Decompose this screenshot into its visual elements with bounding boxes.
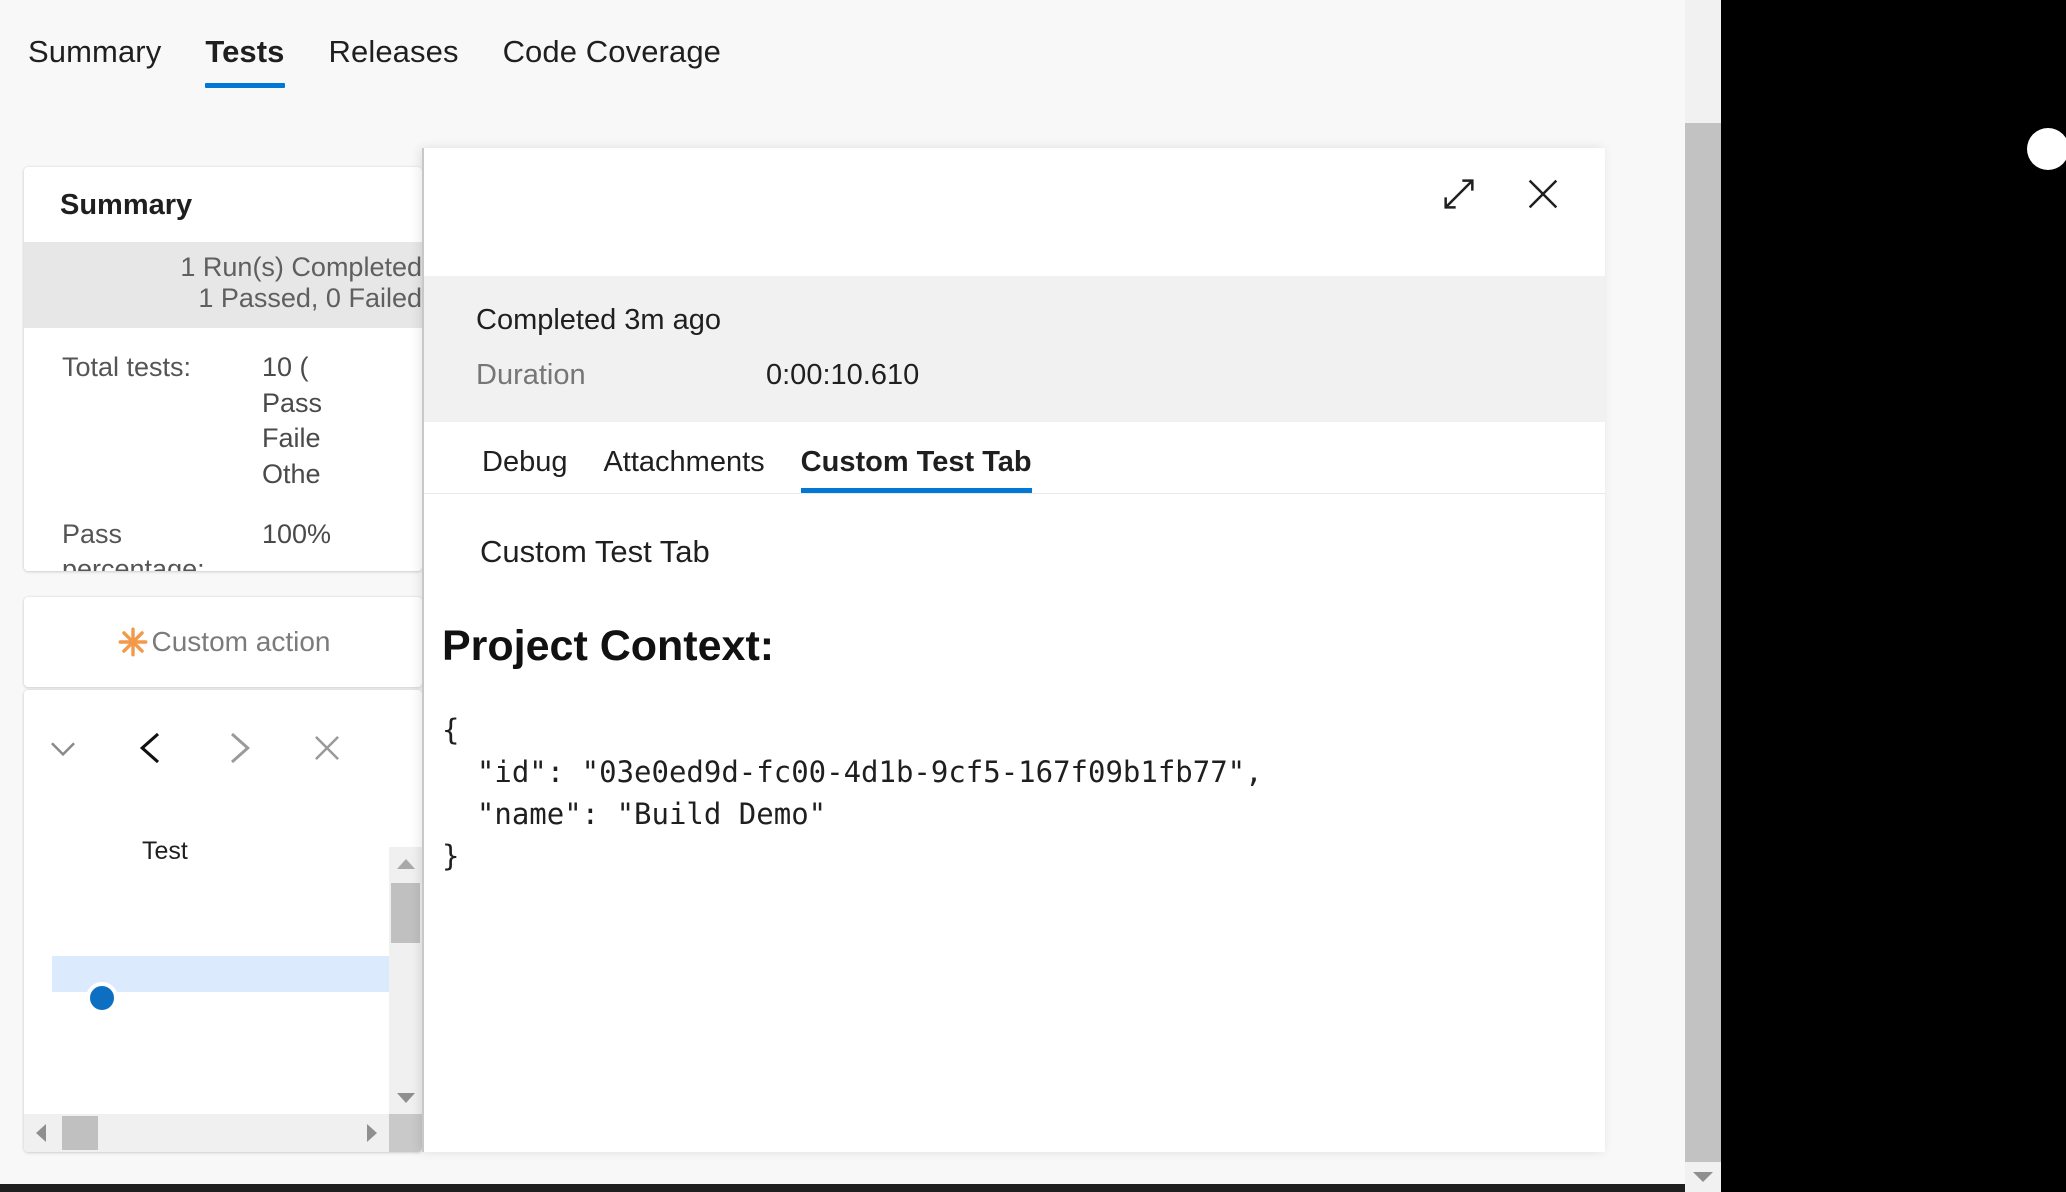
tab-code-coverage[interactable]: Code Coverage	[481, 34, 743, 90]
tab-code-coverage-label: Code Coverage	[502, 34, 721, 69]
summary-passed-failed: 1 Passed, 0 Failed	[198, 283, 422, 313]
grid-horizontal-scroll-thumb[interactable]	[62, 1116, 98, 1150]
panel-header	[424, 148, 1605, 276]
tab-releases[interactable]: Releases	[307, 34, 481, 90]
summary-label-total-tests: Total tests:	[62, 352, 192, 382]
panel-duration-value: 0:00:10.610	[766, 359, 920, 391]
tab-attachments[interactable]: Attachments	[585, 446, 782, 493]
project-context-json: { "id": "03e0ed9d-fc00-4d1b-9cf5-167f09b…	[442, 713, 1263, 874]
tab-debug[interactable]: Debug	[464, 446, 585, 493]
panel-status-text: Completed 3m ago	[476, 304, 722, 336]
summary-value-total-tests: 10 ( Pass Faile Othe	[262, 350, 322, 493]
test-grid-toolbar	[24, 690, 422, 805]
content-title: Project Context:	[442, 622, 775, 670]
test-detail-panel: Completed 3m ago Duration 0:00:10.610 De…	[422, 148, 1605, 1152]
close-icon[interactable]	[1521, 172, 1565, 216]
panel-duration-label: Duration	[476, 359, 586, 391]
cursor-dot	[2027, 128, 2066, 170]
summary-stats-list: Total tests: 10 ( Pass Faile Othe Pass p…	[24, 328, 422, 571]
grid-vertical-scroll-thumb[interactable]	[391, 883, 420, 943]
test-grid-card: Test	[24, 690, 422, 1152]
summary-runs-completed: 1 Run(s) Completed	[180, 252, 422, 282]
tab-tests-label: Tests	[205, 34, 285, 69]
custom-action-card[interactable]: Custom action	[24, 597, 422, 687]
scroll-right-arrow-icon[interactable]	[355, 1114, 389, 1152]
tab-debug-label: Debug	[482, 446, 568, 478]
summary-value-pass-percentage: 100%	[262, 518, 332, 549]
tab-attachments-label: Attachments	[603, 446, 765, 478]
tab-releases-label: Releases	[328, 34, 459, 69]
tab-custom-test-tab[interactable]: Custom Test Tab	[783, 446, 1050, 493]
summary-label-pass-percentage: Pass percentage:	[62, 518, 205, 572]
content-heading: Custom Test Tab	[480, 534, 710, 569]
asterisk-icon	[116, 625, 150, 659]
chevron-down-icon[interactable]	[40, 725, 86, 771]
offscreen-dark-region	[1721, 0, 2066, 1192]
scroll-left-arrow-icon[interactable]	[24, 1114, 58, 1152]
scroll-up-arrow-icon[interactable]	[389, 847, 422, 880]
expand-diagonal-icon[interactable]	[1437, 172, 1481, 216]
top-navigation: Summary Tests Releases Code Coverage	[0, 0, 1721, 124]
page-scroll-thumb[interactable]	[1685, 123, 1721, 1162]
summary-card-title: Summary	[60, 189, 193, 221]
tab-custom-test-tab-label: Custom Test Tab	[800, 446, 1032, 478]
tab-summary[interactable]: Summary	[28, 34, 183, 90]
page-vertical-scrollbar[interactable]	[1685, 0, 1721, 1192]
summary-value-failed: Faile	[262, 423, 321, 454]
panel-run-info: Completed 3m ago Duration 0:00:10.610	[424, 276, 1605, 422]
close-icon[interactable]	[304, 725, 350, 771]
chevron-right-icon[interactable]	[216, 725, 262, 771]
summary-card: Summary 1 Run(s) Completed 1 Passed, 0 F…	[24, 167, 422, 571]
scroll-down-arrow-icon[interactable]	[389, 1081, 422, 1114]
screen-root: Summary Tests Releases Code Coverage Sum…	[0, 0, 2066, 1192]
summary-row-total-tests: Total tests: 10 ( Pass Faile Othe	[24, 350, 422, 493]
panel-content: Custom Test Tab Project Context: { "id":…	[424, 494, 1605, 877]
bottom-edge-strip	[0, 1184, 1685, 1192]
page-background: Summary Tests Releases Code Coverage Sum…	[0, 0, 1721, 1192]
grid-vertical-scrollbar[interactable]	[389, 847, 422, 1114]
page-scroll-down-arrow-icon[interactable]	[1685, 1162, 1721, 1192]
summary-value-total-tests-main: 10 (	[262, 352, 309, 382]
summary-row-pass-percentage: Pass percentage: 100%	[24, 517, 422, 572]
custom-action-label: Custom action	[151, 626, 331, 657]
summary-value-others: Othe	[262, 458, 321, 489]
chevron-left-icon[interactable]	[128, 725, 174, 771]
panel-tab-bar: Debug Attachments Custom Test Tab	[424, 422, 1605, 494]
scrollbar-corner	[389, 1114, 422, 1152]
test-grid-column-header-label: Test	[142, 837, 188, 865]
tab-summary-label: Summary	[28, 34, 162, 69]
summary-value-passed: Pass	[262, 387, 323, 418]
test-grid-column-header[interactable]: Test	[24, 805, 422, 897]
summary-run-banner: 1 Run(s) Completed 1 Passed, 0 Failed	[24, 242, 422, 328]
test-status-dot-icon	[86, 982, 118, 1014]
tab-tests[interactable]: Tests	[183, 34, 306, 90]
grid-horizontal-scrollbar[interactable]	[24, 1114, 389, 1152]
panel-duration-row: Duration 0:00:10.610	[424, 359, 1605, 392]
